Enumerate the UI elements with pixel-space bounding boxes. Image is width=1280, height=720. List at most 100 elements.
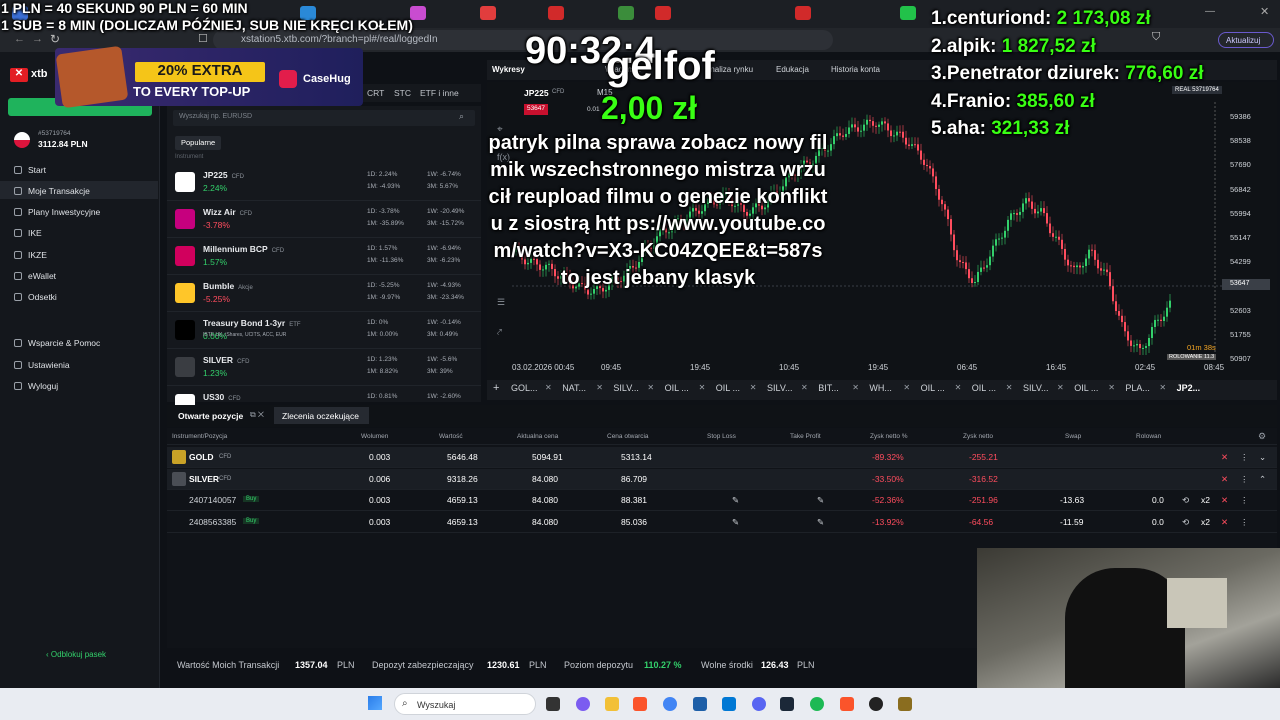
nav-ike[interactable]: IKE — [14, 226, 42, 240]
minimize-icon[interactable]: — — [1205, 6, 1215, 17]
chart-instrument-tab[interactable]: BIT... — [818, 383, 839, 393]
brave-icon[interactable] — [840, 697, 854, 711]
nav-start[interactable]: Start — [14, 163, 46, 177]
nav-my-transactions[interactable]: Moje Transakcje — [14, 184, 90, 198]
edit-stop-loss-icon[interactable]: ✎ — [732, 517, 739, 528]
taskbar-search[interactable]: ⌕ Wyszukaj — [394, 693, 536, 715]
chart-instrument-tab[interactable]: OIL ... — [1074, 383, 1098, 393]
nav-interest[interactable]: Odsetki — [14, 290, 57, 304]
browser-tab-icon[interactable] — [480, 6, 496, 20]
reverse-icon[interactable]: ⟲ — [1182, 495, 1189, 506]
close-icon[interactable]: ✕ — [1260, 5, 1269, 18]
chart-instrument-tab[interactable]: OIL ... — [972, 383, 996, 393]
windows-start-icon[interactable] — [368, 696, 382, 710]
instrument-row[interactable]: Wizz Air CFD -3.78% 1D: -3.78% 1W: -20.49… — [167, 201, 481, 238]
col-take-profit[interactable]: Take Profit — [790, 433, 821, 440]
gear-icon[interactable]: ⚙ — [1258, 431, 1266, 442]
edit-take-profit-icon[interactable]: ✎ — [817, 517, 824, 528]
share-icon[interactable]: ⤤ — [497, 327, 502, 338]
position-row[interactable]: 2407140057 Buy 0.003 4659.13 84.080 88.38… — [167, 490, 1277, 511]
copilot-icon[interactable] — [576, 697, 590, 711]
nav-support[interactable]: Wsparcie & Pomoc — [14, 336, 100, 350]
col-current-price[interactable]: Aktualna cena — [517, 433, 558, 440]
multiplier-button[interactable]: x2 — [1201, 517, 1210, 527]
chart-symbol[interactable]: JP225 — [524, 88, 549, 98]
chart-instrument-tab[interactable]: SILV... — [1023, 383, 1049, 393]
instrument-row[interactable]: JP225 CFD 2.24% 1D: 2.24% 1W: -6.74% 1M: … — [167, 164, 481, 201]
tab-charts[interactable]: Wykresy — [492, 65, 525, 74]
col-open-price[interactable]: Cena otwarcia — [607, 433, 649, 440]
col-volume[interactable]: Wolumen — [361, 433, 388, 440]
close-tab-icon[interactable]: ✕ — [750, 383, 757, 392]
close-tab-icon[interactable]: ✕ — [903, 383, 910, 392]
store-icon[interactable] — [722, 697, 736, 711]
reverse-icon[interactable]: ⟲ — [1182, 517, 1189, 528]
chart-instrument-tab[interactable]: GOL... — [511, 383, 538, 393]
brave-icon[interactable] — [633, 697, 647, 711]
col-profit[interactable]: Zysk netto — [963, 433, 993, 440]
casehug-ad-banner[interactable]: 20% EXTRA TO EVERY TOP-UP CaseHug — [55, 45, 363, 109]
instrument-row[interactable]: Bumble Akcje -5.25% 1D: -5.25% 1W: -4.93%… — [167, 275, 481, 312]
browser-tab-icon[interactable] — [548, 6, 564, 20]
position-row[interactable]: GOLD CFD 0.003 5646.48 5094.91 5313.14 -8… — [167, 447, 1277, 468]
task-view-icon[interactable] — [546, 697, 560, 711]
close-tab-icon[interactable]: ✕ — [1057, 383, 1064, 392]
chart-instrument-tab[interactable]: JP2... — [1177, 383, 1201, 393]
close-position-icon[interactable]: ✕ — [1221, 517, 1228, 528]
browser-tab-icon[interactable] — [900, 6, 916, 20]
chevron-up-icon[interactable]: ⌃ — [1259, 474, 1266, 485]
more-options-icon[interactable]: ⋮ — [1240, 474, 1249, 485]
position-row[interactable]: SILVER CFD 0.006 9318.26 84.080 86.709 -3… — [167, 468, 1277, 490]
edit-take-profit-icon[interactable]: ✎ — [817, 495, 824, 506]
spotify-icon[interactable] — [810, 697, 824, 711]
close-tab-icon[interactable]: ✕ — [647, 383, 654, 392]
col-instrument[interactable]: Instrument/Pozycja — [172, 433, 227, 440]
chart-instrument-tab[interactable]: PLA... — [1125, 383, 1150, 393]
popout-icon[interactable]: ⧉ ✕ — [250, 410, 264, 420]
tab-education[interactable]: Edukacja — [776, 65, 809, 74]
close-tab-icon[interactable]: ✕ — [1159, 383, 1166, 392]
chart-instrument-tab[interactable]: OIL ... — [665, 383, 689, 393]
nav-ewallet[interactable]: eWallet — [14, 269, 56, 283]
app-icon[interactable] — [898, 697, 912, 711]
close-position-icon[interactable]: ✕ — [1221, 474, 1228, 485]
close-tab-icon[interactable]: ✕ — [545, 383, 552, 392]
unlock-bar-button[interactable]: ‹ Odblokuj pasek — [46, 650, 106, 659]
close-position-icon[interactable]: ✕ — [1221, 495, 1228, 506]
back-icon[interactable]: ← — [14, 33, 25, 45]
close-tab-icon[interactable]: ✕ — [1006, 383, 1013, 392]
update-button[interactable]: Aktualizuj — [1218, 32, 1274, 48]
close-tab-icon[interactable]: ✕ — [955, 383, 962, 392]
more-options-icon[interactable]: ⋮ — [1240, 517, 1249, 528]
chart-instrument-tab[interactable]: SILV... — [613, 383, 639, 393]
obs-icon[interactable] — [869, 697, 883, 711]
col-swap[interactable]: Swap — [1065, 433, 1081, 440]
chrome-icon[interactable] — [663, 697, 677, 711]
position-row[interactable]: 2408563385 Buy 0.003 4659.13 84.080 85.03… — [167, 512, 1277, 533]
category-crt[interactable]: CRT — [367, 88, 384, 98]
close-position-icon[interactable]: ✕ — [1221, 452, 1228, 463]
col-stop-loss[interactable]: Stop Loss — [707, 433, 736, 440]
chart-instrument-tab[interactable]: NAT... — [562, 383, 586, 393]
edit-stop-loss-icon[interactable]: ✎ — [732, 495, 739, 506]
category-etf[interactable]: ETF i inne — [420, 88, 459, 98]
nav-investment-plans[interactable]: Plany Inwestycyjne — [14, 205, 100, 219]
tab-pending-orders[interactable]: Zlecenia oczekujące — [274, 407, 369, 424]
more-options-icon[interactable]: ⋮ — [1240, 495, 1249, 506]
shield-icon[interactable]: ⛉ — [1152, 31, 1160, 44]
layers-icon[interactable]: ☰ — [497, 297, 505, 308]
nav-logout[interactable]: Wyloguj — [14, 379, 58, 393]
file-explorer-icon[interactable] — [605, 697, 619, 711]
instrument-search-input[interactable]: Wyszukaj np. EURUSD ⌕ — [173, 110, 475, 126]
col-value[interactable]: Wartość — [439, 433, 463, 440]
instrument-row[interactable]: SILVER CFD 1.23% 1D: 1.23% 1W: -5.6% 1M: … — [167, 349, 481, 386]
chart-instrument-tab[interactable]: OIL ... — [921, 383, 945, 393]
app-icon[interactable] — [693, 697, 707, 711]
discord-icon[interactable] — [752, 697, 766, 711]
reload-icon[interactable]: ↻ — [50, 32, 60, 46]
close-tab-icon[interactable]: ✕ — [1108, 383, 1115, 392]
category-stc[interactable]: STC — [394, 88, 411, 98]
chart-instrument-tab[interactable]: OIL ... — [716, 383, 740, 393]
forward-icon[interactable]: → — [32, 33, 43, 45]
chart-instrument-tab[interactable]: SILV... — [767, 383, 793, 393]
